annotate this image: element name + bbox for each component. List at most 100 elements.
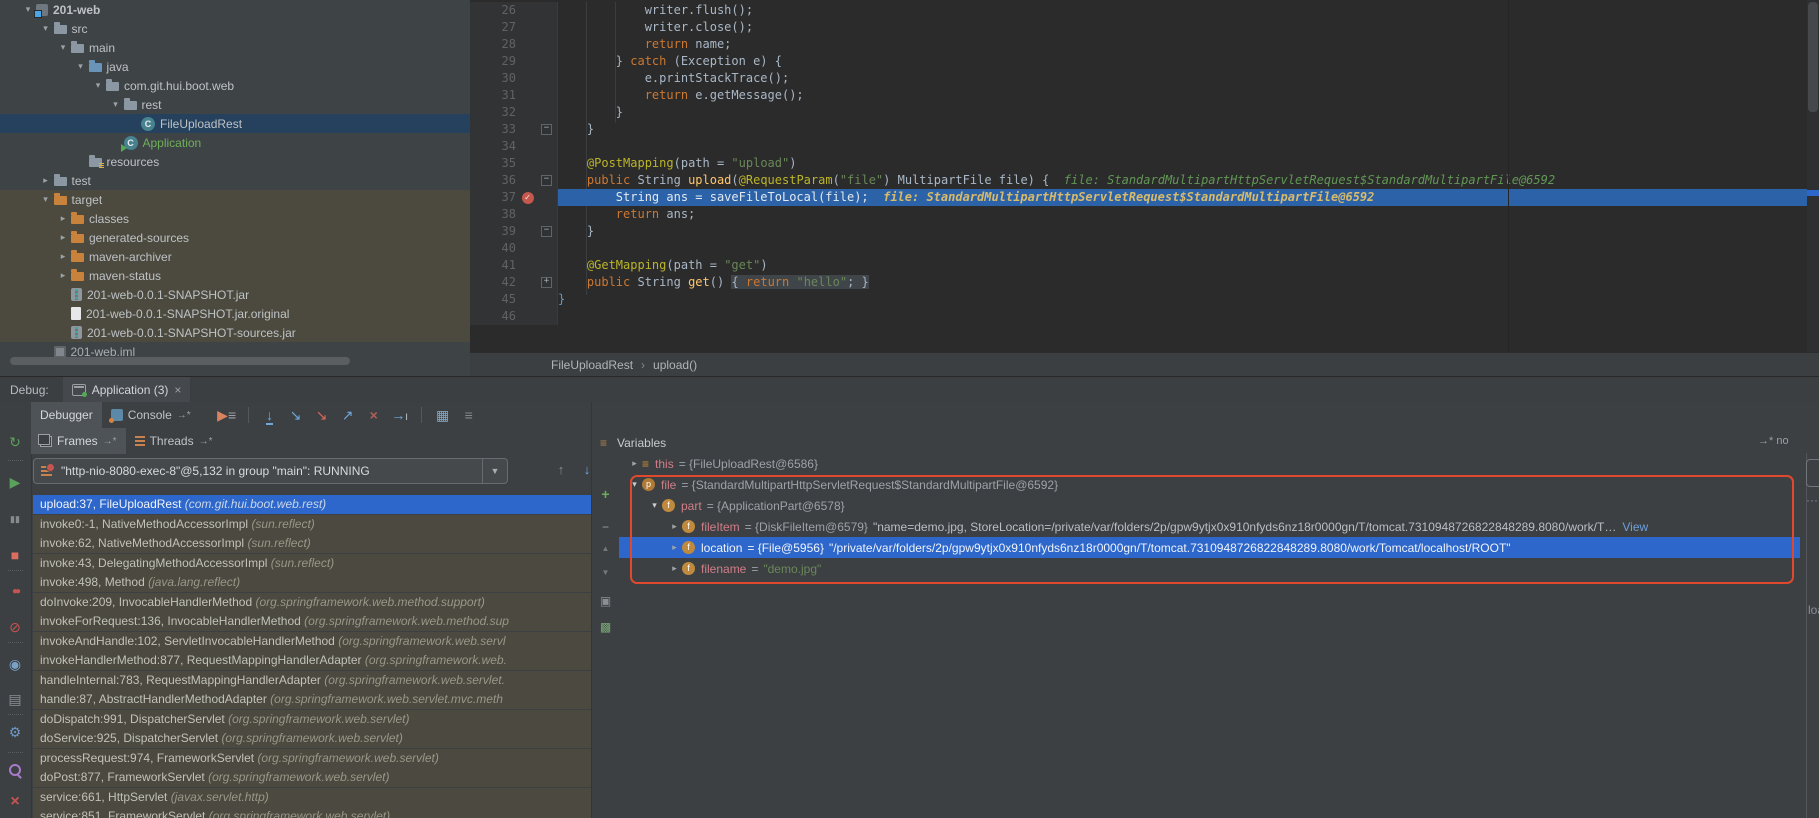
tree-item[interactable]: FileUploadRest: [0, 114, 470, 133]
stack-frame[interactable]: invoke:62, NativeMethodAccessorImpl (sun…: [33, 534, 591, 553]
fold-slot[interactable]: −: [537, 223, 556, 240]
copy-frames-icon[interactable]: ▣: [592, 594, 619, 608]
tree-item[interactable]: ▸test: [0, 171, 470, 190]
code-text[interactable]: [558, 240, 1819, 257]
rerun-icon[interactable]: ↻: [0, 432, 30, 452]
view-link[interactable]: View: [1622, 520, 1648, 534]
tab-options-icon[interactable]: →*: [177, 410, 191, 421]
tree-expand-icon[interactable]: ▾: [73, 61, 89, 72]
code-text[interactable]: @GetMapping(path = "get"): [558, 257, 1819, 274]
tree-item[interactable]: ▾main: [0, 38, 470, 57]
tree-expand-icon[interactable]: ▸: [38, 175, 54, 186]
threads-options-icon[interactable]: →*: [199, 436, 213, 447]
stack-frame[interactable]: doService:925, DispatcherServlet (org.sp…: [33, 729, 591, 748]
breakpoint-slot[interactable]: ✓: [518, 189, 537, 206]
code-text[interactable]: [558, 308, 1819, 325]
thread-dump-icon[interactable]: ◉: [0, 654, 30, 674]
breakpoint-icon[interactable]: ✓: [522, 192, 534, 204]
variable-expand-icon[interactable]: ▸: [667, 521, 682, 532]
editor-scrollbar-thumb[interactable]: [1808, 2, 1818, 112]
code-text[interactable]: [558, 138, 1819, 155]
variable-expand-icon[interactable]: ▾: [627, 479, 642, 490]
code-text[interactable]: return name;: [558, 36, 1819, 53]
tree-item[interactable]: resources: [0, 152, 470, 171]
code-text[interactable]: return ans;: [558, 206, 1819, 223]
code-text[interactable]: }: [558, 121, 1819, 138]
resume-icon[interactable]: ▶: [0, 472, 30, 492]
preview-icon[interactable]: ▩: [592, 620, 619, 634]
code-text[interactable]: } catch (Exception e) {: [558, 53, 1819, 70]
code-text[interactable]: @PostMapping(path = "upload"): [558, 155, 1819, 172]
stack-frame[interactable]: invoke:498, Method (java.lang.reflect): [33, 573, 591, 592]
variable-row[interactable]: ▸ffileItem= {DiskFileItem@6579}"name=dem…: [619, 516, 1800, 537]
tree-item[interactable]: ▸generated-sources: [0, 228, 470, 247]
tree-item[interactable]: 201-web-0.0.1-SNAPSHOT.jar.original: [0, 304, 470, 323]
fold-collapse-icon[interactable]: −: [541, 175, 552, 186]
variable-row[interactable]: ▸ffilename="demo.jpg": [619, 558, 1800, 579]
tree-expand-icon[interactable]: ▾: [38, 23, 54, 34]
fold-collapse-icon[interactable]: −: [541, 124, 552, 135]
code-text[interactable]: String ans = saveFileToLocal(file); file…: [558, 189, 1819, 206]
breadcrumb-method[interactable]: upload(): [653, 358, 697, 372]
fold-collapse-icon[interactable]: −: [541, 226, 552, 237]
stack-frame[interactable]: handleInternal:783, RequestMappingHandle…: [33, 671, 591, 690]
tree-item[interactable]: ▸classes: [0, 209, 470, 228]
tree-expand-icon[interactable]: ▾: [55, 42, 71, 53]
stop-icon[interactable]: ■: [0, 545, 30, 565]
stack-frame[interactable]: invokeAndHandle:102, ServletInvocableHan…: [33, 632, 591, 651]
stack-frame[interactable]: service:851, FrameworkServlet (org.sprin…: [33, 807, 591, 818]
tree-item[interactable]: Application: [0, 133, 470, 152]
code-text[interactable]: public String upload(@RequestParam("file…: [558, 172, 1819, 189]
code-text[interactable]: }: [558, 104, 1819, 121]
mute-breakpoints-icon[interactable]: ⊘: [0, 617, 30, 637]
variable-expand-icon[interactable]: ▸: [627, 458, 642, 469]
tree-item[interactable]: ▾target: [0, 190, 470, 209]
variable-expand-icon[interactable]: ▾: [647, 500, 662, 511]
pause-icon[interactable]: ▮▮: [0, 509, 30, 529]
drop-frame-icon[interactable]: ×: [361, 407, 387, 423]
code-text[interactable]: return e.getMessage();: [558, 87, 1819, 104]
tree-item[interactable]: ▾com.git.hui.boot.web: [0, 76, 470, 95]
tree-expand-icon[interactable]: ▾: [90, 80, 106, 91]
stack-frame[interactable]: doDispatch:991, DispatcherServlet (org.s…: [33, 710, 591, 729]
variable-row[interactable]: ▾fpart= {ApplicationPart@6578}: [619, 495, 1800, 516]
step-out-icon[interactable]: ↗: [335, 407, 361, 424]
fold-slot[interactable]: +: [537, 274, 556, 291]
settings-icon[interactable]: ⚙: [0, 722, 30, 742]
stack-frame[interactable]: upload:37, FileUploadRest (com.git.hui.b…: [33, 495, 591, 514]
tab-debugger[interactable]: Debugger: [31, 402, 102, 428]
tree-expand-icon[interactable]: ▾: [38, 194, 54, 205]
stack-frame[interactable]: doPost:877, FrameworkServlet (org.spring…: [33, 768, 591, 787]
stack-frame[interactable]: invoke0:-1, NativeMethodAccessorImpl (su…: [33, 515, 591, 534]
fold-slot[interactable]: −: [537, 121, 556, 138]
error-stripe-execution-mark[interactable]: [1807, 190, 1819, 196]
debug-session-tab[interactable]: Application (3) ×: [63, 377, 191, 402]
add-watch-icon[interactable]: +: [592, 486, 619, 502]
stack-frame[interactable]: invoke:43, DelegatingMethodAccessorImpl …: [33, 554, 591, 573]
close-icon[interactable]: ×: [0, 792, 30, 812]
tree-expand-icon[interactable]: ▸: [55, 270, 71, 281]
fold-slot[interactable]: −: [537, 172, 556, 189]
tree-item[interactable]: ▾rest: [0, 95, 470, 114]
remove-watch-icon[interactable]: −: [592, 520, 619, 534]
scroll-up-icon[interactable]: ▲: [592, 544, 619, 553]
variable-expand-icon[interactable]: ▸: [667, 542, 682, 553]
stack-frame[interactable]: processRequest:974, FrameworkServlet (or…: [33, 749, 591, 768]
step-into-icon[interactable]: ↘: [283, 407, 309, 424]
evaluate-expression-icon[interactable]: ▦: [430, 407, 456, 424]
code-text[interactable]: writer.close();: [558, 19, 1819, 36]
variable-row[interactable]: ▸flocation= {File@5956}"/private/var/fol…: [619, 537, 1800, 558]
stack-frame[interactable]: invokeHandlerMethod:877, RequestMappingH…: [33, 651, 591, 670]
tree-item[interactable]: ▾src: [0, 19, 470, 38]
tree-item[interactable]: ▾java: [0, 57, 470, 76]
run-to-cursor-icon[interactable]: →I: [387, 407, 413, 423]
stack-frame[interactable]: doInvoke:209, InvocableHandlerMethod (or…: [33, 593, 591, 612]
code-text[interactable]: }: [558, 291, 1819, 308]
thread-dropdown[interactable]: "http-nio-8080-exec-8"@5,132 in group "m…: [33, 458, 508, 484]
tree-horizontal-scrollbar[interactable]: [10, 357, 350, 365]
layout-icon[interactable]: ▤: [0, 689, 30, 709]
breadcrumb-class[interactable]: FileUploadRest: [551, 358, 633, 372]
view-breakpoints-icon[interactable]: ●●: [0, 582, 30, 602]
tab-frames[interactable]: Frames →*: [31, 428, 126, 454]
tab-threads[interactable]: Threads →*: [126, 428, 222, 454]
